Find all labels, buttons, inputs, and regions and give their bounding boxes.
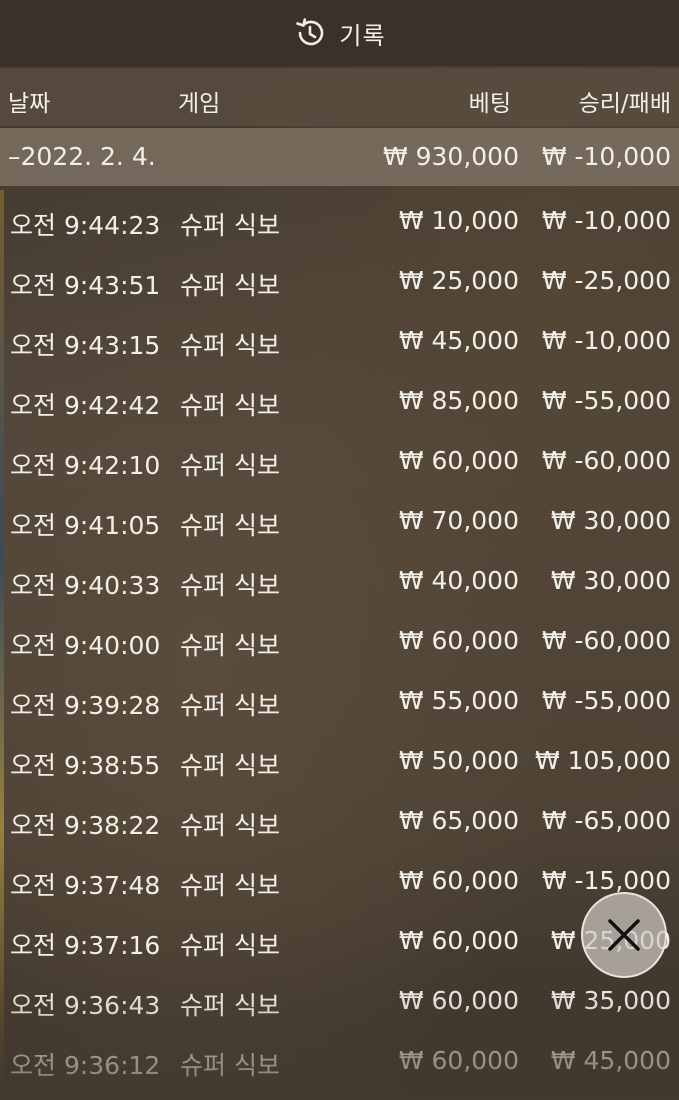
row-winloss: ₩ -60,000 xyxy=(541,626,671,655)
row-bet: ₩ 70,000 xyxy=(398,506,519,535)
row-winloss: ₩ -10,000 xyxy=(541,326,671,355)
date-total-bet: ₩ 930,000 xyxy=(382,142,519,171)
row-time: 오전 9:40:33 xyxy=(10,571,161,600)
row-time: 오전 9:36:43 xyxy=(10,991,161,1020)
row-bet: ₩ 60,000 xyxy=(398,1046,519,1075)
row-game: 슈퍼 식보 xyxy=(180,751,280,780)
row-bet: ₩ 60,000 xyxy=(398,446,519,475)
close-button[interactable] xyxy=(581,892,667,978)
row-time: 오전 9:42:10 xyxy=(10,451,161,480)
row-time: 오전 9:43:51 xyxy=(10,271,161,300)
row-time: 오전 9:37:48 xyxy=(10,871,161,900)
history-row[interactable]: 오전 9:38:22 슈퍼 식보 ₩ 65,000 ₩ -65,000 xyxy=(0,792,679,852)
row-game: 슈퍼 식보 xyxy=(180,991,280,1020)
column-header-date: 날짜 xyxy=(8,91,51,117)
row-time: 오전 9:37:16 xyxy=(10,931,161,960)
row-game: 슈퍼 식보 xyxy=(180,271,280,300)
row-time: 오전 9:36:12 xyxy=(10,1051,161,1080)
row-bet: ₩ 60,000 xyxy=(398,926,519,955)
row-time: 오전 9:43:15 xyxy=(10,331,161,360)
row-winloss: ₩ -15,000 xyxy=(541,866,671,895)
row-game: 슈퍼 식보 xyxy=(180,871,280,900)
row-game: 슈퍼 식보 xyxy=(180,391,280,420)
row-game: 슈퍼 식보 xyxy=(180,931,280,960)
row-game: 슈퍼 식보 xyxy=(180,451,280,480)
history-row[interactable]: 오전 9:42:10 슈퍼 식보 ₩ 60,000 ₩ -60,000 xyxy=(0,432,679,492)
history-row[interactable]: 오전 9:36:12 슈퍼 식보 ₩ 60,000 ₩ 45,000 xyxy=(0,1032,679,1092)
date-group-row[interactable]: –2022. 2. 4. ₩ 930,000 ₩ -10,000 xyxy=(0,128,679,186)
row-bet: ₩ 55,000 xyxy=(398,686,519,715)
history-list[interactable]: 오전 9:44:23 슈퍼 식보 ₩ 10,000 ₩ -10,000 오전 9… xyxy=(0,192,679,1092)
row-winloss: ₩ -55,000 xyxy=(541,386,671,415)
row-bet: ₩ 60,000 xyxy=(398,866,519,895)
row-bet: ₩ 10,000 xyxy=(398,206,519,235)
history-row[interactable]: 오전 9:42:42 슈퍼 식보 ₩ 85,000 ₩ -55,000 xyxy=(0,372,679,432)
row-winloss: ₩ -65,000 xyxy=(541,806,671,835)
row-game: 슈퍼 식보 xyxy=(180,331,280,360)
row-time: 오전 9:40:00 xyxy=(10,631,161,660)
row-bet: ₩ 60,000 xyxy=(398,986,519,1015)
row-game: 슈퍼 식보 xyxy=(180,631,280,660)
history-row[interactable]: 오전 9:41:05 슈퍼 식보 ₩ 70,000 ₩ 30,000 xyxy=(0,492,679,552)
date-total-winloss: ₩ -10,000 xyxy=(541,142,671,171)
history-row[interactable]: 오전 9:37:48 슈퍼 식보 ₩ 60,000 ₩ -15,000 xyxy=(0,852,679,912)
history-row[interactable]: 오전 9:44:23 슈퍼 식보 ₩ 10,000 ₩ -10,000 xyxy=(0,192,679,252)
history-row[interactable]: 오전 9:36:43 슈퍼 식보 ₩ 60,000 ₩ 35,000 xyxy=(0,972,679,1032)
row-winloss: ₩ -10,000 xyxy=(541,206,671,235)
row-bet: ₩ 65,000 xyxy=(398,806,519,835)
row-game: 슈퍼 식보 xyxy=(180,511,280,540)
column-header-game: 게임 xyxy=(178,91,221,117)
row-bet: ₩ 50,000 xyxy=(398,746,519,775)
row-time: 오전 9:41:05 xyxy=(10,511,161,540)
row-bet: ₩ 60,000 xyxy=(398,626,519,655)
row-winloss: ₩ -25,000 xyxy=(541,266,671,295)
row-game: 슈퍼 식보 xyxy=(180,571,280,600)
row-time: 오전 9:39:28 xyxy=(10,691,161,720)
row-winloss: ₩ 35,000 xyxy=(550,986,671,1015)
history-row[interactable]: 오전 9:43:15 슈퍼 식보 ₩ 45,000 ₩ -10,000 xyxy=(0,312,679,372)
row-game: 슈퍼 식보 xyxy=(180,211,280,240)
row-winloss: ₩ -55,000 xyxy=(541,686,671,715)
row-bet: ₩ 40,000 xyxy=(398,566,519,595)
row-time: 오전 9:38:22 xyxy=(10,811,161,840)
row-bet: ₩ 45,000 xyxy=(398,326,519,355)
row-winloss: ₩ 45,000 xyxy=(550,1046,671,1075)
history-row[interactable]: 오전 9:40:00 슈퍼 식보 ₩ 60,000 ₩ -60,000 xyxy=(0,612,679,672)
history-header: 기록 xyxy=(0,0,679,66)
row-game: 슈퍼 식보 xyxy=(180,1051,280,1080)
history-row[interactable]: 오전 9:37:16 슈퍼 식보 ₩ 60,000 ₩ 25,000 xyxy=(0,912,679,972)
date-group-label: –2022. 2. 4. xyxy=(8,142,156,171)
history-icon xyxy=(293,16,327,50)
history-row[interactable]: 오전 9:39:28 슈퍼 식보 ₩ 55,000 ₩ -55,000 xyxy=(0,672,679,732)
row-game: 슈퍼 식보 xyxy=(180,811,280,840)
row-game: 슈퍼 식보 xyxy=(180,691,280,720)
row-time: 오전 9:44:23 xyxy=(10,211,161,240)
history-row[interactable]: 오전 9:43:51 슈퍼 식보 ₩ 25,000 ₩ -25,000 xyxy=(0,252,679,312)
row-winloss: ₩ -60,000 xyxy=(541,446,671,475)
column-header-bet: 베팅 xyxy=(468,91,511,117)
row-winloss: ₩ 105,000 xyxy=(534,746,671,775)
row-time: 오전 9:42:42 xyxy=(10,391,161,420)
row-bet: ₩ 85,000 xyxy=(398,386,519,415)
row-winloss: ₩ 30,000 xyxy=(550,506,671,535)
page-title: 기록 xyxy=(339,21,386,50)
column-header-winloss: 승리/패배 xyxy=(578,91,671,117)
row-winloss: ₩ 30,000 xyxy=(550,566,671,595)
history-row[interactable]: 오전 9:40:33 슈퍼 식보 ₩ 40,000 ₩ 30,000 xyxy=(0,552,679,612)
close-icon xyxy=(606,917,642,953)
row-bet: ₩ 25,000 xyxy=(398,266,519,295)
history-row[interactable]: 오전 9:38:55 슈퍼 식보 ₩ 50,000 ₩ 105,000 xyxy=(0,732,679,792)
row-time: 오전 9:38:55 xyxy=(10,751,161,780)
column-header-row: 날짜 게임 베팅 승리/패배 xyxy=(0,68,679,126)
